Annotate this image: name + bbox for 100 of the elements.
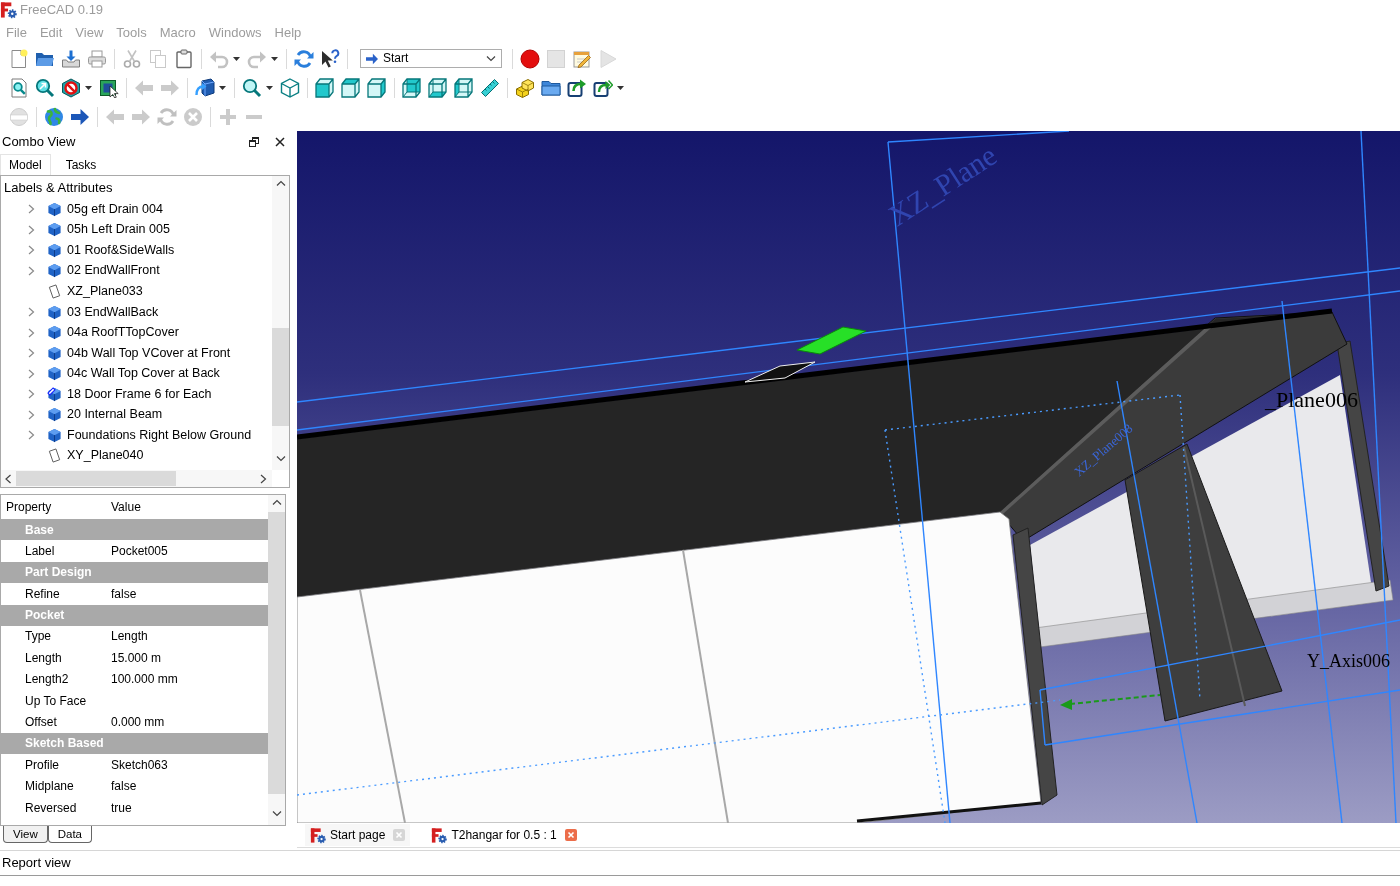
property-value[interactable]: Pocket005	[106, 543, 168, 559]
column-header: Property	[5, 499, 53, 515]
tree-item[interactable]: 18 Door Frame 6 for Each	[47, 384, 214, 404]
refresh-icon[interactable]	[294, 48, 314, 69]
tray-arrow-icon[interactable]	[61, 48, 81, 69]
property-group-header: Base	[1, 519, 268, 541]
caret-icon[interactable]	[219, 85, 226, 90]
tree-item[interactable]: 04b Wall Top VCover at Front	[47, 343, 233, 363]
property-group-header: Sketch Based	[1, 732, 268, 755]
clipboard-icon[interactable]	[174, 48, 194, 69]
chevron-left-icon[interactable]	[5, 473, 12, 484]
tree-item[interactable]: 05g eft Drain 004	[47, 199, 165, 219]
caret-icon[interactable]	[233, 56, 240, 61]
panel-tab[interactable]: Data	[47, 826, 92, 843]
cube-rear-icon[interactable]	[402, 77, 422, 98]
tree-item[interactable]: 05h Left Drain 005	[47, 220, 172, 240]
arrow-right-icon	[365, 52, 379, 65]
record-icon[interactable]	[520, 48, 540, 69]
property-value[interactable]: false	[106, 779, 137, 794]
chevron-right-icon[interactable]	[260, 473, 267, 484]
panel-tab[interactable]: Tasks	[56, 153, 106, 175]
tree-item[interactable]: 20 Internal Beam	[47, 405, 165, 425]
property-name: Type	[25, 629, 51, 644]
property-name: Length2	[25, 672, 69, 687]
workbench-dropdown[interactable]: Start	[360, 49, 502, 68]
scrollbar-thumb[interactable]	[272, 328, 289, 426]
property-name: Up To Face	[25, 693, 87, 708]
tree-item[interactable]: Foundations Right Below Ground	[47, 425, 254, 445]
property-group-header: Part Design	[1, 561, 268, 584]
tree-item[interactable]: 01 Roof&SideWalls	[47, 240, 177, 260]
chevron-up-icon[interactable]	[275, 180, 286, 187]
property-value[interactable]: false	[106, 586, 137, 602]
cube-bottom-icon[interactable]	[428, 77, 448, 98]
box-arrow-icon[interactable]	[195, 77, 215, 98]
close-icon[interactable]	[275, 136, 285, 147]
undock-icon[interactable]	[249, 136, 259, 147]
magnifier-icon[interactable]	[242, 77, 262, 98]
property-value[interactable]: 15.000 m	[106, 650, 162, 666]
cube-icon	[47, 242, 62, 258]
panel-tab[interactable]: View	[3, 826, 48, 843]
notepad-pencil-icon[interactable]	[572, 48, 592, 69]
cube-icon	[47, 407, 62, 423]
sheet-icon	[47, 283, 62, 299]
printer-icon[interactable]	[87, 48, 107, 69]
window-title: FreeCAD 0.19	[20, 2, 104, 18]
caret-icon[interactable]	[271, 56, 278, 61]
property-name: Length	[25, 650, 62, 665]
chevron-down-icon[interactable]	[271, 810, 282, 817]
cube-left-icon[interactable]	[454, 77, 474, 98]
property-value[interactable]: 0.000 mm	[106, 715, 165, 730]
cube-icon	[47, 222, 62, 238]
scrollbar-thumb[interactable]	[16, 471, 176, 486]
tree-item[interactable]: XY_Plane040	[47, 446, 146, 466]
pointer-question-icon[interactable]	[320, 48, 340, 69]
chevron-up-icon[interactable]	[271, 499, 282, 506]
cube-icon	[47, 345, 62, 361]
cube-icon	[47, 263, 62, 279]
wireframe-cube-icon[interactable]	[280, 77, 300, 98]
cube-icon	[47, 427, 62, 443]
page-magnifier-icon[interactable]	[9, 77, 29, 98]
tree-item[interactable]: 04c Wall Top Cover at Back	[47, 364, 222, 384]
cube-no-sign-icon[interactable]	[61, 77, 81, 98]
property-value[interactable]: Sketch063	[106, 757, 168, 773]
magnifier-arrow-icon[interactable]	[35, 77, 55, 98]
tree-item[interactable]: 04a RoofTTopCover	[47, 323, 181, 343]
cube-icon	[47, 366, 62, 382]
scrollbar-track[interactable]	[1, 470, 272, 487]
report-view-bar: Report view	[0, 850, 1400, 876]
chevron-down-icon[interactable]	[275, 455, 286, 462]
column-header: Labels & Attributes	[4, 179, 113, 196]
document-tab[interactable]: Start page	[305, 824, 411, 846]
caret-icon[interactable]	[85, 85, 92, 90]
caret-icon[interactable]	[266, 85, 273, 90]
tree-item[interactable]: 03 EndWallBack	[47, 302, 161, 322]
stacked-blocks-icon[interactable]	[515, 77, 535, 98]
cube-top-icon[interactable]	[341, 77, 361, 98]
panel-tab[interactable]: Model	[0, 153, 51, 175]
cube-link-icon	[47, 386, 62, 402]
panel-title: Combo View	[2, 133, 76, 150]
property-value[interactable]: 100.000 mm	[106, 672, 178, 687]
property-value[interactable]: true	[106, 800, 132, 815]
cube-icon	[47, 304, 62, 320]
property-group-header: Pocket	[1, 604, 268, 626]
scrollbar-track[interactable]	[272, 176, 289, 470]
cube-cursor-icon[interactable]	[99, 77, 119, 98]
selected-plate	[796, 326, 867, 355]
tree-item[interactable]: XZ_Plane033	[47, 281, 145, 301]
property-name: Reversed	[25, 800, 77, 815]
cube-right-icon[interactable]	[367, 77, 387, 98]
datum-label: Y_Axis006	[1307, 651, 1390, 671]
globe-icon[interactable]	[44, 106, 64, 127]
app-logo-icon	[431, 826, 448, 844]
property-name: Label	[25, 543, 55, 558]
plate	[744, 361, 816, 383]
caret-icon[interactable]	[617, 85, 624, 90]
cube-front-icon[interactable]	[315, 77, 335, 98]
ruler-icon[interactable]	[480, 77, 500, 98]
tree-item[interactable]: 02 EndWallFront	[47, 261, 162, 281]
property-value[interactable]: Length	[106, 629, 148, 644]
page-star-icon[interactable]	[9, 48, 29, 69]
